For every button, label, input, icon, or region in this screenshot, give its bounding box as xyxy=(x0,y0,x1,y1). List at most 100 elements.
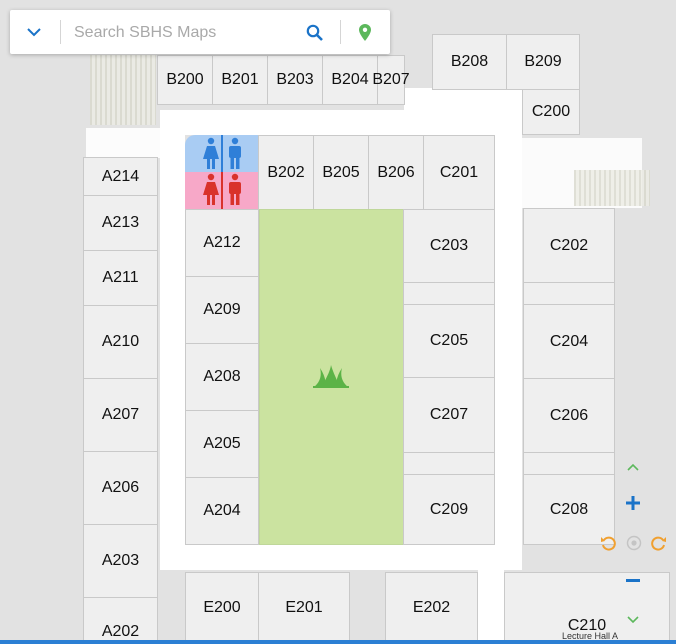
room-b204[interactable]: B204 xyxy=(322,55,378,105)
divider xyxy=(340,20,341,44)
men-restroom-icon xyxy=(229,137,241,169)
room-a214[interactable]: A214 xyxy=(83,157,158,196)
room-label: A203 xyxy=(101,552,140,569)
room-label: B201 xyxy=(221,71,259,88)
stairwell xyxy=(574,170,650,206)
room-a205[interactable]: A205 xyxy=(185,410,259,478)
room-a207[interactable]: A207 xyxy=(83,378,158,452)
rotate-left-button[interactable] xyxy=(598,533,618,553)
room-label: B202 xyxy=(267,163,305,181)
room-e202[interactable]: E202 xyxy=(385,572,478,644)
divider xyxy=(60,20,61,44)
map-pin-icon xyxy=(359,23,371,41)
zoom-out-button[interactable] xyxy=(623,571,643,591)
room-b201[interactable]: B201 xyxy=(212,55,268,105)
room-label: A204 xyxy=(203,502,241,519)
room-corridor-closet xyxy=(403,452,495,475)
room-label: C207 xyxy=(429,406,469,423)
room-c207[interactable]: C207 xyxy=(403,377,495,453)
room-a202[interactable]: A202 xyxy=(83,597,158,644)
room-c204[interactable]: C204 xyxy=(523,304,615,379)
room-e201[interactable]: E201 xyxy=(258,572,350,644)
dropdown-button[interactable] xyxy=(22,22,46,42)
bottom-edge-bar xyxy=(0,640,676,644)
chevron-up-icon xyxy=(627,463,639,471)
room-a206[interactable]: A206 xyxy=(83,451,158,525)
room-label: A209 xyxy=(203,301,241,318)
room-label: A213 xyxy=(101,214,140,231)
room-label: A211 xyxy=(102,269,139,286)
restroom-divider xyxy=(221,172,223,209)
room-label: C201 xyxy=(439,163,479,181)
room-b202[interactable]: B202 xyxy=(258,135,314,210)
room-a211[interactable]: A211 xyxy=(83,250,158,306)
room-c209[interactable]: C209 xyxy=(403,474,495,545)
room-a212[interactable]: A212 xyxy=(185,209,259,277)
room-b207[interactable]: B207 xyxy=(372,55,410,105)
walkway xyxy=(86,128,160,158)
room-a203[interactable]: A203 xyxy=(83,524,158,598)
room-label: B200 xyxy=(166,71,204,88)
grass-icon xyxy=(313,365,349,388)
reset-north-button[interactable] xyxy=(624,533,644,553)
room-label: A202 xyxy=(101,623,140,640)
search-input[interactable] xyxy=(72,18,296,48)
minus-icon xyxy=(626,579,640,582)
rotate-right-button[interactable] xyxy=(649,533,669,553)
walkway xyxy=(160,110,522,135)
rotate-left-icon xyxy=(601,536,616,551)
search-bar xyxy=(10,10,390,54)
room-b205[interactable]: B205 xyxy=(313,135,369,210)
room-label: C209 xyxy=(429,500,469,518)
rotate-right-icon xyxy=(651,536,666,551)
room-a209[interactable]: A209 xyxy=(185,276,259,344)
room-label: B204 xyxy=(331,71,369,88)
pan-down-button[interactable] xyxy=(624,611,642,629)
room-label: B206 xyxy=(377,163,415,181)
room-label: A206 xyxy=(101,479,140,496)
stairwell xyxy=(90,55,156,125)
room-label: E201 xyxy=(285,599,323,616)
room-a204[interactable]: A204 xyxy=(185,477,259,545)
walkway xyxy=(160,545,522,570)
room-label: A212 xyxy=(203,234,241,251)
room-e200[interactable]: E200 xyxy=(185,572,259,644)
room-c203[interactable]: C203 xyxy=(403,209,495,283)
walkway xyxy=(160,110,185,570)
room-c205[interactable]: C205 xyxy=(403,304,495,378)
room-b203[interactable]: B203 xyxy=(267,55,323,105)
room-b209[interactable]: B209 xyxy=(506,34,580,90)
room-b200[interactable]: B200 xyxy=(157,55,213,105)
room-label: A205 xyxy=(203,435,241,452)
room-label: C200 xyxy=(531,103,571,120)
room-label: C206 xyxy=(549,406,589,424)
walkway xyxy=(432,88,522,112)
pan-up-button[interactable] xyxy=(624,458,642,476)
room-corridor-closet xyxy=(523,452,615,475)
chevron-down-icon xyxy=(627,616,639,624)
room-c206[interactable]: C206 xyxy=(523,378,615,453)
room-a210[interactable]: A210 xyxy=(83,305,158,379)
floor-map[interactable]: B200 B201 B203 B204 B207 B208 B209 C200 … xyxy=(0,0,676,644)
walkway xyxy=(495,110,522,570)
locate-button[interactable] xyxy=(354,21,376,43)
room-b206[interactable]: B206 xyxy=(368,135,424,210)
search-button[interactable] xyxy=(302,21,326,43)
zoom-in-button[interactable] xyxy=(623,493,643,513)
plus-icon xyxy=(626,496,640,510)
room-c201[interactable]: C201 xyxy=(423,135,495,210)
room-label: B203 xyxy=(276,71,314,88)
room-c202[interactable]: C202 xyxy=(523,208,615,283)
room-label: C202 xyxy=(549,236,589,254)
room-label: C204 xyxy=(549,332,589,350)
room-label: A207 xyxy=(101,406,140,423)
room-corridor-closet xyxy=(403,282,495,305)
room-a208[interactable]: A208 xyxy=(185,343,259,411)
room-b208[interactable]: B208 xyxy=(432,34,507,90)
search-icon xyxy=(306,24,323,41)
room-label: B207 xyxy=(372,71,410,88)
walkway xyxy=(478,570,504,644)
room-c200[interactable]: C200 xyxy=(522,89,580,135)
room-a213[interactable]: A213 xyxy=(83,195,158,251)
room-label: B205 xyxy=(322,163,360,181)
